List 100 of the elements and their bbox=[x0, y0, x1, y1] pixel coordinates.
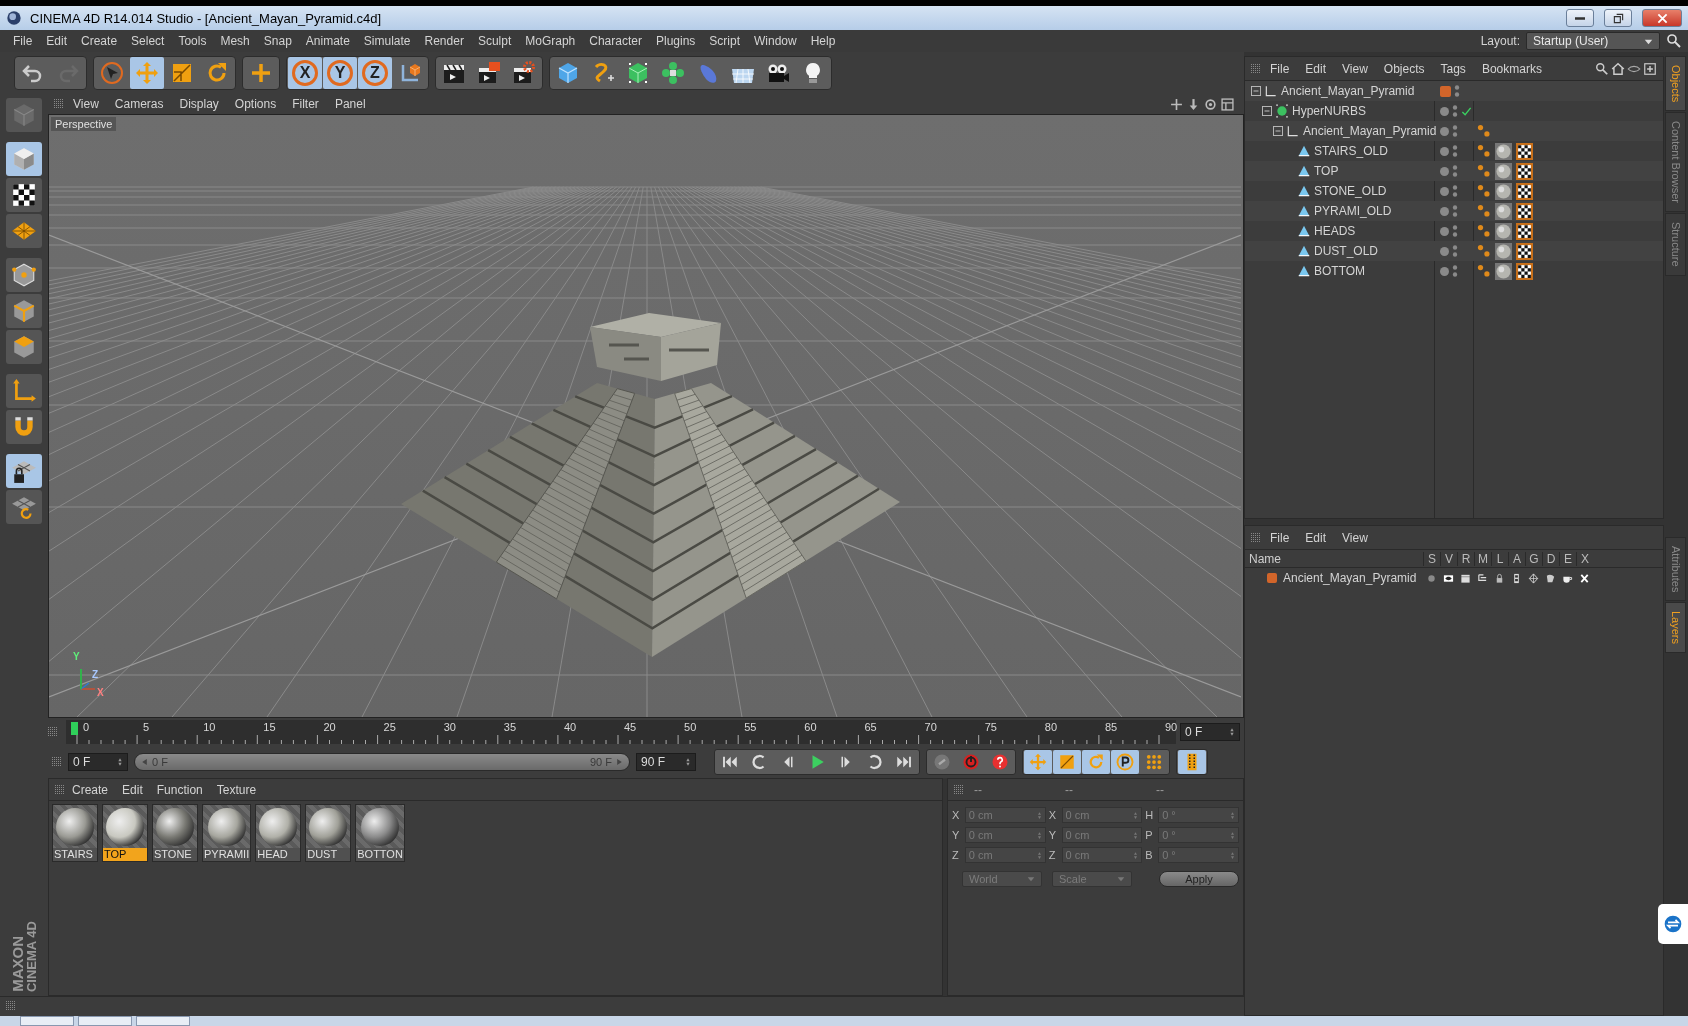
menu-item[interactable]: Function bbox=[149, 782, 210, 797]
uvw-tag-icon[interactable] bbox=[1516, 222, 1533, 240]
menu-item[interactable]: Cameras bbox=[107, 97, 171, 111]
uvw-tag-icon[interactable] bbox=[1516, 262, 1533, 280]
axis-lock-button[interactable]: Z bbox=[358, 57, 392, 89]
side-tab[interactable]: Objects bbox=[1665, 56, 1686, 112]
points-button[interactable] bbox=[6, 258, 42, 292]
checkmark-icon[interactable] bbox=[1461, 105, 1472, 117]
menu-item[interactable]: Create bbox=[65, 782, 116, 797]
menu-item[interactable]: Tags bbox=[1433, 61, 1473, 76]
taskbar-button[interactable] bbox=[78, 1016, 132, 1026]
manager-icon[interactable] bbox=[1477, 572, 1488, 584]
object-name[interactable]: PYRAMI_OLD bbox=[1314, 204, 1392, 218]
visibility-dots-icon[interactable] bbox=[1452, 104, 1458, 118]
visibility-dots-icon[interactable] bbox=[1452, 244, 1458, 258]
spinner-icon[interactable] bbox=[1230, 850, 1235, 860]
apply-button[interactable]: Apply bbox=[1159, 871, 1239, 887]
menu-item[interactable]: Animate bbox=[298, 34, 357, 48]
material-swatch[interactable]: HEAD bbox=[255, 804, 302, 862]
eye-icon[interactable] bbox=[1443, 572, 1454, 584]
uvw-tag-icon[interactable] bbox=[1516, 202, 1533, 220]
object-name[interactable]: TOP bbox=[1314, 164, 1339, 178]
material-tag-icon[interactable] bbox=[1495, 262, 1512, 280]
home-icon[interactable] bbox=[1611, 61, 1625, 76]
polygons-button[interactable] bbox=[6, 330, 42, 364]
menu-item[interactable]: Edit bbox=[1298, 61, 1334, 76]
panel-grip[interactable] bbox=[52, 757, 62, 767]
material-swatch[interactable]: DUST bbox=[305, 804, 352, 862]
panel-grip[interactable] bbox=[6, 1001, 16, 1011]
layout-dropdown[interactable]: Startup (User) bbox=[1526, 32, 1660, 50]
menu-item[interactable]: Texture bbox=[209, 782, 264, 797]
object-name[interactable]: STONE_OLD bbox=[1314, 184, 1387, 198]
spinner-icon[interactable] bbox=[1230, 830, 1235, 840]
menu-item[interactable]: View bbox=[66, 97, 106, 111]
menu-item[interactable]: View bbox=[1335, 61, 1375, 76]
material-swatch[interactable]: STONE bbox=[152, 804, 198, 862]
phong-tag-icon[interactable] bbox=[1477, 264, 1491, 278]
material-swatch[interactable]: TOP bbox=[102, 804, 148, 862]
visibility-dots-icon[interactable] bbox=[1452, 264, 1458, 278]
phong-tag-icon[interactable] bbox=[1477, 184, 1491, 198]
uvw-tag-icon[interactable] bbox=[1516, 142, 1533, 160]
phong-tag-icon[interactable] bbox=[1477, 124, 1491, 138]
material-swatch[interactable]: BOTTON bbox=[355, 804, 405, 862]
edges-button[interactable] bbox=[6, 294, 42, 328]
axis-button[interactable] bbox=[6, 374, 42, 408]
texture-button[interactable] bbox=[6, 178, 42, 212]
menu-item[interactable]: File bbox=[6, 34, 40, 48]
xref-icon[interactable] bbox=[1579, 572, 1590, 584]
current-frame-field[interactable]: 0 F bbox=[1180, 723, 1240, 741]
remote-widget[interactable] bbox=[1658, 904, 1688, 944]
phong-tag-icon[interactable] bbox=[1477, 244, 1491, 258]
visibility-dots-icon[interactable] bbox=[1452, 184, 1458, 198]
spinner-icon[interactable] bbox=[685, 757, 691, 767]
menu-item[interactable]: Edit bbox=[1298, 530, 1334, 545]
menu-item[interactable]: Display bbox=[172, 97, 226, 111]
phong-tag-icon[interactable] bbox=[1477, 144, 1491, 158]
menu-item[interactable]: Character bbox=[582, 34, 649, 48]
menu-item[interactable]: Window bbox=[747, 34, 804, 48]
solo-dot-icon[interactable] bbox=[1426, 572, 1437, 584]
spinner-icon[interactable] bbox=[1230, 810, 1235, 820]
menu-item[interactable]: Sculpt bbox=[470, 34, 519, 48]
visibility-dots-icon[interactable] bbox=[1452, 224, 1458, 238]
workplane-button[interactable] bbox=[6, 214, 42, 248]
visibility-dots-icon[interactable] bbox=[1452, 124, 1458, 138]
material-tag-icon[interactable] bbox=[1495, 242, 1512, 260]
material-tag-icon[interactable] bbox=[1495, 222, 1512, 240]
material-tag-icon[interactable] bbox=[1495, 142, 1512, 160]
menu-item[interactable]: Create bbox=[74, 34, 125, 48]
taskbar-button[interactable] bbox=[136, 1016, 190, 1026]
menu-item[interactable]: Select bbox=[124, 34, 172, 48]
spinner-icon[interactable] bbox=[1229, 727, 1235, 737]
new-window-icon[interactable] bbox=[1643, 61, 1657, 76]
search-icon[interactable] bbox=[1666, 33, 1682, 49]
snap-grid-button[interactable] bbox=[6, 454, 42, 488]
generator-icon[interactable] bbox=[1528, 572, 1539, 584]
uvw-tag-icon[interactable] bbox=[1516, 162, 1533, 180]
menu-item[interactable]: Script bbox=[702, 34, 747, 48]
menu-item[interactable]: Plugins bbox=[648, 34, 703, 48]
uvw-tag-icon[interactable] bbox=[1516, 182, 1533, 200]
object-name[interactable]: HyperNURBS bbox=[1292, 104, 1366, 118]
visibility-dots-icon[interactable] bbox=[1452, 144, 1458, 158]
phong-tag-icon[interactable] bbox=[1477, 224, 1491, 238]
axis-lock-button[interactable]: Y bbox=[323, 57, 357, 89]
menu-item[interactable]: Render bbox=[417, 34, 471, 48]
menu-item[interactable]: MoGraph bbox=[518, 34, 583, 48]
close-button[interactable] bbox=[1642, 9, 1682, 27]
menu-item[interactable]: Options bbox=[227, 97, 284, 111]
menu-item[interactable]: File bbox=[1263, 530, 1297, 545]
animation-icon[interactable] bbox=[1511, 572, 1522, 584]
menu-item[interactable]: Snap bbox=[256, 34, 299, 48]
minimize-button[interactable] bbox=[1566, 9, 1594, 27]
spinner-icon[interactable] bbox=[117, 757, 123, 767]
visibility-dots-icon[interactable] bbox=[1454, 84, 1460, 98]
object-name[interactable]: STAIRS_OLD bbox=[1314, 144, 1388, 158]
object-name[interactable]: DUST_OLD bbox=[1314, 244, 1378, 258]
visibility-dots-icon[interactable] bbox=[1452, 164, 1458, 178]
phong-tag-icon[interactable] bbox=[1477, 164, 1491, 178]
lock-icon[interactable] bbox=[1494, 572, 1505, 584]
menu-item[interactable]: Bookmarks bbox=[1474, 61, 1549, 76]
film-icon[interactable] bbox=[1460, 572, 1471, 584]
